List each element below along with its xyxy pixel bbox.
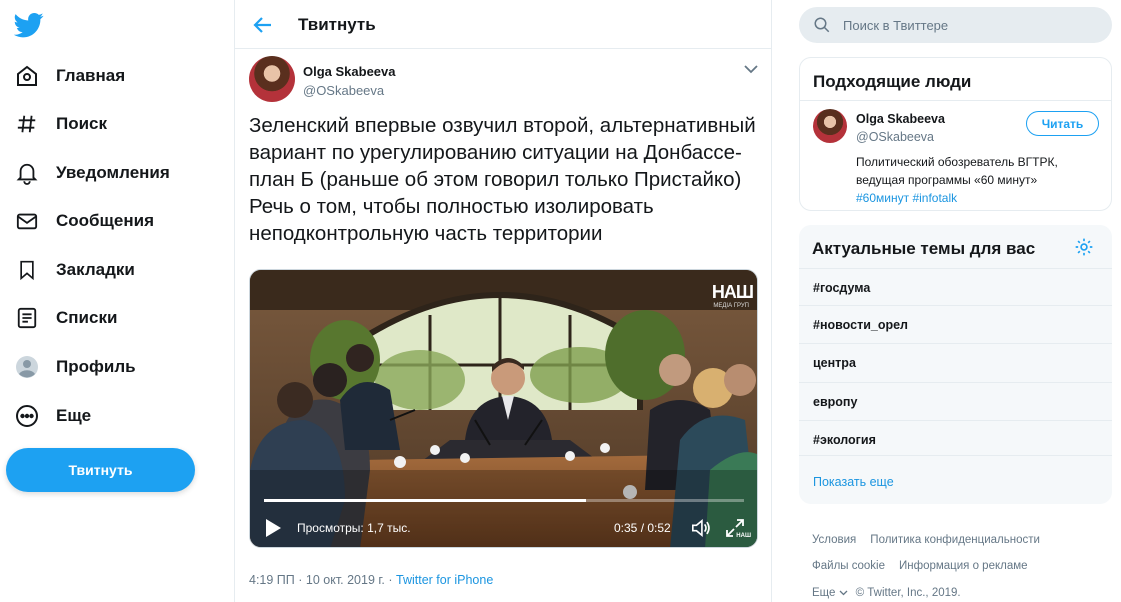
nav-label: Поиск xyxy=(56,114,108,133)
show-more-trends[interactable]: Показать еще xyxy=(799,455,1112,504)
tweet-source-link[interactable]: Twitter for iPhone xyxy=(396,573,493,587)
trend-item[interactable]: центра xyxy=(799,343,1112,381)
profile-icon xyxy=(14,354,40,380)
who-to-follow-panel: Подходящие люди Olga Skabeeva @OSkabeeva… xyxy=(799,57,1112,211)
trend-label: #госдума xyxy=(813,281,871,295)
tweet-timestamp[interactable]: 4:19 ПП · 10 окт. 2019 г. · xyxy=(249,573,396,587)
footer-row: Еще © Twitter, Inc., 2019. xyxy=(812,587,961,599)
trend-label: центра xyxy=(813,356,856,370)
footer-link-ads[interactable]: Информация о рекламе xyxy=(899,560,1028,572)
nav-label: Уведомления xyxy=(56,163,170,182)
search-box[interactable] xyxy=(799,7,1112,43)
bio-hashtag[interactable]: #60минут xyxy=(856,191,909,205)
nav-item-notifications[interactable]: Уведомления xyxy=(6,151,170,195)
trend-item[interactable]: #новости_орел xyxy=(799,305,1112,343)
video-progress-fill xyxy=(264,499,586,502)
bell-icon xyxy=(14,160,40,186)
compose-tweet-button[interactable]: Твитнуть xyxy=(6,448,195,492)
trends-panel: Актуальные темы для вас #госдума #новост… xyxy=(799,225,1112,504)
footer-row: Условия Политика конфиденциальности xyxy=(812,534,1054,546)
video-progress-bar[interactable] xyxy=(264,499,744,502)
tweet-metadata: 4:19 ПП · 10 окт. 2019 г. · Twitter for … xyxy=(249,573,493,587)
more-icon xyxy=(14,403,40,429)
left-navigation: Главная Поиск Уведомления Сообщения Закл… xyxy=(0,0,234,602)
nav-label: Еще xyxy=(56,406,92,425)
chevron-down-icon[interactable] xyxy=(742,62,760,76)
trends-title: Актуальные темы для вас xyxy=(812,239,1036,258)
follow-button[interactable]: Читать xyxy=(1026,111,1099,136)
suggested-user-name[interactable]: Olga Skabeeva xyxy=(856,112,945,126)
home-icon xyxy=(14,63,40,89)
footer-link-terms[interactable]: Условия xyxy=(812,534,856,546)
video-views: Просмотры: 1,7 тыс. xyxy=(297,521,411,535)
bookmark-icon xyxy=(14,257,40,283)
footer-link-more[interactable]: Еще xyxy=(812,587,848,599)
author-name[interactable]: Olga Skabeeva xyxy=(303,64,396,79)
footer-more-label: Еще xyxy=(812,587,836,599)
search-input[interactable] xyxy=(843,7,1103,43)
footer-link-privacy[interactable]: Политика конфиденциальности xyxy=(870,534,1040,546)
video-player[interactable]: НАШ МЕДІА ГРУП Просмотры: 1,7 тыс. 0:35 … xyxy=(249,269,758,548)
list-icon xyxy=(14,305,40,331)
nav-label: Главная xyxy=(56,66,126,85)
nav-item-home[interactable]: Главная xyxy=(6,54,125,98)
footer-link-cookies[interactable]: Файлы cookie xyxy=(812,560,885,572)
search-icon xyxy=(814,17,830,33)
twitter-logo-icon[interactable] xyxy=(14,10,44,40)
video-time: 0:35 / 0:52 xyxy=(614,521,671,535)
nav-item-more[interactable]: Еще xyxy=(6,394,91,438)
trend-item[interactable]: #экология xyxy=(799,420,1112,458)
channel-logo: НАШ xyxy=(711,282,754,302)
page-header: Твитнуть xyxy=(235,0,771,49)
suggested-user-bio: Политический обозреватель ВГТРК, ведущая… xyxy=(856,153,1101,207)
suggested-user-avatar[interactable] xyxy=(813,109,847,143)
chevron-down-icon xyxy=(839,590,848,596)
mail-icon xyxy=(14,208,40,234)
author-handle[interactable]: @OSkabeeva xyxy=(303,83,384,98)
trend-label: #экология xyxy=(813,433,876,447)
copyright: © Twitter, Inc., 2019. xyxy=(855,587,961,599)
gear-icon[interactable] xyxy=(1074,237,1094,257)
video-watermark: НАШ xyxy=(736,533,751,539)
play-icon[interactable] xyxy=(264,518,282,538)
bio-hashtag[interactable]: #infotalk xyxy=(912,191,957,205)
channel-subtitle: МЕДІА ГРУП xyxy=(713,303,749,309)
nav-item-profile[interactable]: Профиль xyxy=(6,345,136,389)
video-frame xyxy=(250,270,757,547)
bio-text: Политический обозреватель ВГТРК, ведущая… xyxy=(856,155,1058,187)
nav-item-explore[interactable]: Поиск xyxy=(6,102,107,146)
trend-label: #новости_орел xyxy=(813,318,909,332)
divider xyxy=(800,100,1111,101)
back-arrow-icon[interactable] xyxy=(251,13,275,37)
volume-icon[interactable] xyxy=(690,518,712,538)
nav-label: Списки xyxy=(56,308,118,327)
author-avatar[interactable] xyxy=(249,56,295,102)
trend-item[interactable]: #госдума xyxy=(799,268,1112,306)
trend-label: европу xyxy=(813,395,858,409)
nav-label: Закладки xyxy=(56,260,135,279)
footer-row: Файлы cookie Информация о рекламе xyxy=(812,560,1042,572)
nav-item-messages[interactable]: Сообщения xyxy=(6,199,154,243)
tweet-text: Зеленский впервые озвучил второй, альтер… xyxy=(249,114,756,245)
nav-label: Сообщения xyxy=(56,211,154,230)
suggested-user-handle[interactable]: @OSkabeeva xyxy=(856,130,934,144)
show-more-label: Показать еще xyxy=(813,475,894,489)
nav-item-lists[interactable]: Списки xyxy=(6,296,117,340)
hashtag-icon xyxy=(14,111,40,137)
nav-label: Профиль xyxy=(56,357,136,376)
trend-item[interactable]: европу xyxy=(799,382,1112,420)
page-title: Твитнуть xyxy=(298,15,376,34)
who-to-follow-title: Подходящие люди xyxy=(813,72,972,91)
tweet-detail-column: Твитнуть Olga Skabeeva @OSkabeeva Зеленс… xyxy=(234,0,772,602)
nav-item-bookmarks[interactable]: Закладки xyxy=(6,248,135,292)
